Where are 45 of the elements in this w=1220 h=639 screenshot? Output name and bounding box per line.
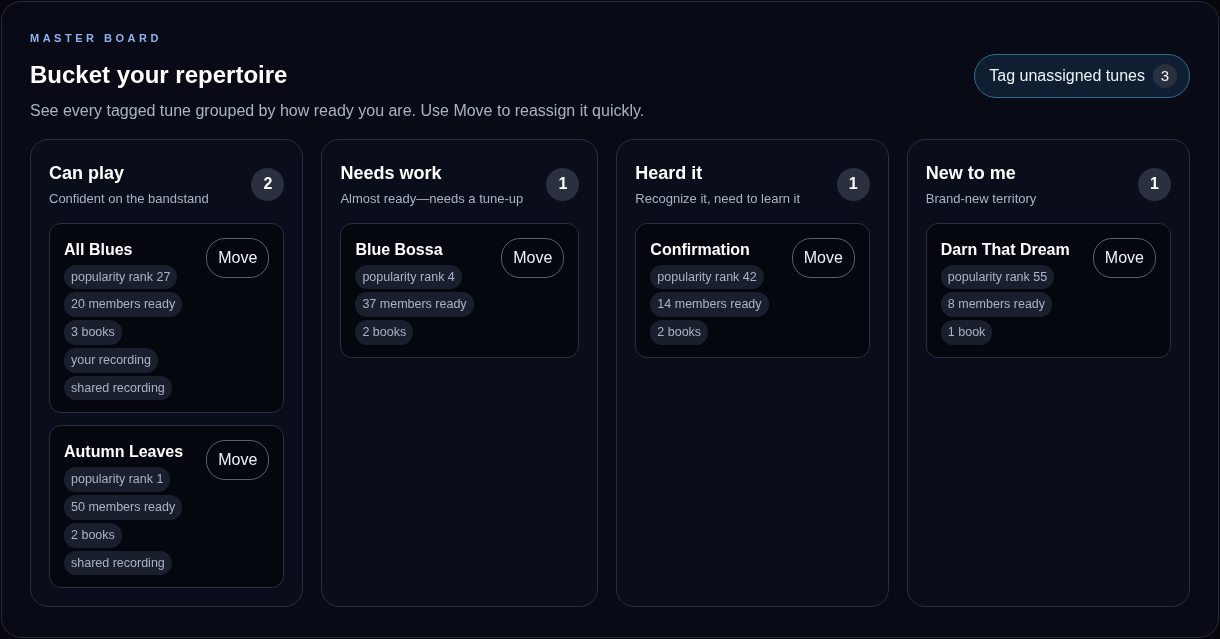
tag-chip: popularity rank 4 (355, 264, 462, 290)
tag-chip: 3 books (64, 320, 122, 345)
tag-chip: shared recording (64, 550, 172, 576)
tag-unassigned-button[interactable]: Tag unassigned tunes 3 (974, 54, 1190, 98)
tag-chip: 37 members ready (355, 292, 474, 317)
count-badge: 1 (546, 167, 580, 201)
tune-title: Blue Bossa (355, 239, 444, 260)
count-badge: 1 (1138, 167, 1171, 201)
column-description: Confident on the bandstand (49, 189, 209, 208)
tag-chip: 1 book (940, 320, 993, 345)
tune-title: Autumn Leaves (64, 442, 184, 463)
tag-chip: shared recording (64, 375, 172, 401)
count-badge: 2 (251, 167, 285, 201)
tag-chip: 14 members ready (650, 292, 769, 317)
column-title: New to me (925, 161, 1017, 185)
tag-chip: your recording (64, 347, 158, 373)
tag-chip: popularity rank 1 (64, 467, 171, 492)
tag-chip: 20 members ready (64, 292, 183, 317)
move-button[interactable]: Move (1092, 237, 1156, 278)
tag-chip: 8 members ready (940, 292, 1053, 317)
tag-chip: popularity rank 27 (64, 264, 178, 290)
move-button[interactable]: Move (206, 237, 270, 278)
tag-chip: 2 books (650, 320, 709, 345)
tag-chip: popularity rank 42 (650, 264, 764, 290)
column-title: Can play (49, 161, 126, 185)
count-badge: 3 (1153, 64, 1177, 88)
tag-chip: 50 members ready (64, 495, 183, 520)
tune-title: Confirmation (650, 239, 751, 260)
column-description: Almost ready—needs a tune-up (340, 189, 524, 208)
page-subtitle: See every tagged tune grouped by how ready you are. Use Move to reassign it quickly. (30, 100, 645, 121)
tag-chip: 2 books (355, 320, 414, 345)
tag-chip: 2 books (64, 522, 122, 548)
column-description: Brand-new territory (925, 189, 1037, 208)
count-badge: 1 (836, 167, 870, 201)
eyebrow-label: MASTER BOARD (30, 31, 163, 46)
column-description: Recognize it, need to learn it (635, 189, 801, 208)
move-button[interactable]: Move (501, 237, 565, 278)
tune-title: All Blues (64, 239, 134, 260)
move-button[interactable]: Move (206, 440, 270, 481)
tune-title: Darn That Dream (940, 239, 1070, 260)
column-title: Heard it (635, 161, 704, 185)
column-title: Needs work (340, 161, 443, 185)
page-title: Bucket your repertoire (30, 59, 289, 90)
move-button[interactable]: Move (791, 237, 855, 278)
tag-chip: popularity rank 55 (940, 264, 1055, 290)
